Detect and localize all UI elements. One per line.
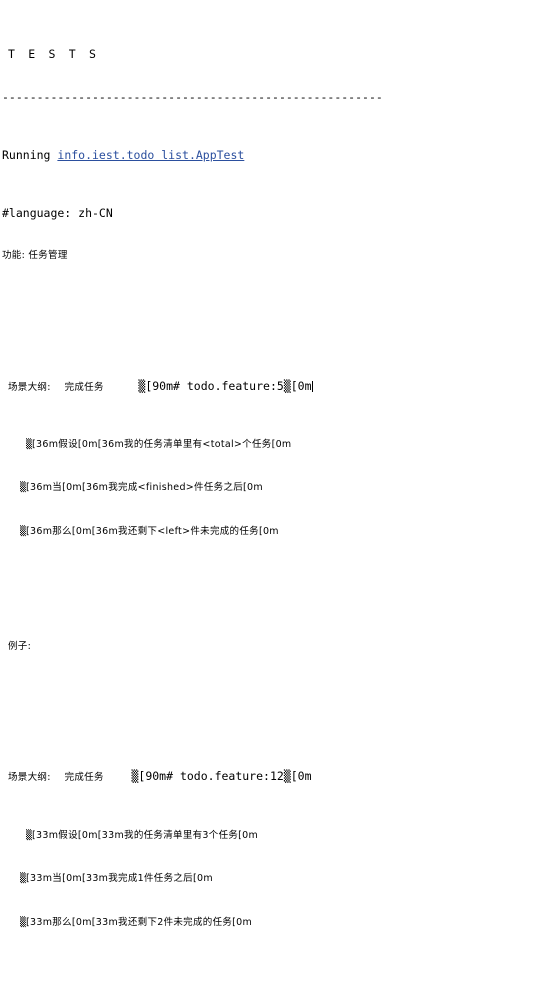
tests-heading: T E S T S	[8, 47, 100, 62]
scenario-outline-header: 场景大纲: 完成任务 ▒[90m# todo.feature:12▒[0m	[2, 769, 535, 785]
scenario-step: ▒[36m那么[0m[36m我还剩下<left>件未完成的任务[0m	[2, 525, 535, 539]
scenario-location-reset: [0m	[290, 378, 312, 393]
separator-rule: ----------------------------------------…	[2, 90, 383, 105]
scenario-outline-label: 场景大纲:	[8, 772, 51, 784]
scenario-outline-name: 完成任务	[64, 381, 104, 393]
feature-line: 功能: 任务管理	[2, 249, 68, 261]
step-text: [33m当[0m[33m我完成1件任务之后[0m	[26, 873, 213, 885]
esc-glyph: ▒	[283, 378, 291, 393]
terminal-output[interactable]: T E S T S ------------------------------…	[0, 0, 535, 1006]
step-text: [36m假设[0m[36m我的任务清单里有<total>个任务[0m	[32, 439, 292, 451]
text-caret	[311, 380, 313, 392]
running-line: Running info.iest.todo list.AppTest	[2, 148, 535, 162]
scenario-location-reset: [0m	[290, 769, 312, 784]
scenario-outline-header: 场景大纲: 完成任务 ▒[90m# todo.feature:5▒[0m	[2, 379, 535, 395]
scenario-outline-label: 场景大纲:	[8, 381, 51, 393]
scenario-step: ▒[36m假设[0m[36m我的任务清单里有<total>个任务[0m	[2, 438, 535, 452]
scenario-step: ▒[36m当[0m[36m我完成<finished>件任务之后[0m	[2, 481, 535, 495]
esc-glyph: ▒	[131, 769, 139, 784]
scenario-outline-name: 完成任务	[64, 772, 104, 784]
scenario-step: ▒[33m那么[0m[33m我还剩下2件未完成的任务[0m	[2, 916, 535, 930]
step-text: [36m那么[0m[36m我还剩下<left>件未完成的任务[0m	[26, 525, 279, 537]
language-line: #language: zh-CN	[2, 205, 113, 220]
scenario-location: [90m# todo.feature:5	[145, 378, 284, 393]
scenario-step: ▒[33m假设[0m[33m我的任务清单里有3个任务[0m	[2, 829, 535, 843]
scenario-step: ▒[33m当[0m[33m我完成1件任务之后[0m	[2, 872, 535, 886]
esc-glyph: ▒	[283, 769, 291, 784]
step-text: [33m假设[0m[33m我的任务清单里有3个任务[0m	[32, 830, 259, 842]
scenario-location: [90m# todo.feature:12	[138, 769, 284, 784]
step-text: [36m当[0m[36m我完成<finished>件任务之后[0m	[26, 482, 263, 494]
test-class-link[interactable]: info.iest.todo list.AppTest	[57, 148, 244, 162]
step-text: [33m那么[0m[33m我还剩下2件未完成的任务[0m	[26, 916, 253, 928]
running-label: Running	[2, 148, 58, 163]
examples-label: 例子:	[8, 640, 32, 652]
